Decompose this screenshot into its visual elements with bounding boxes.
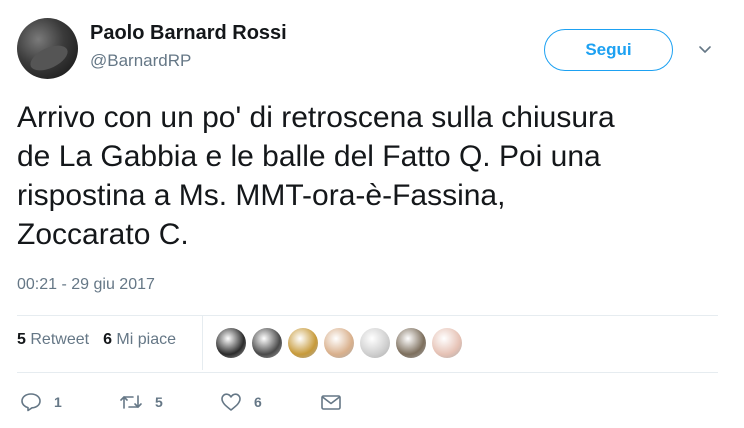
like-stat[interactable]: 6 Mi piace xyxy=(103,331,176,349)
user-name[interactable]: Paolo Barnard Rossi xyxy=(90,22,287,45)
tweet-line: Zoccarato C. xyxy=(17,218,189,251)
user-handle[interactable]: @BarnardRP xyxy=(90,51,191,71)
message-button[interactable] xyxy=(320,392,342,412)
tweet-line: de La Gabbia e le balle del Fatto Q. Poi… xyxy=(17,140,601,173)
liker-avatar[interactable] xyxy=(288,328,318,358)
likers-avatars xyxy=(216,328,462,358)
liker-avatar[interactable] xyxy=(396,328,426,358)
heart-icon xyxy=(221,393,241,411)
liker-avatar[interactable] xyxy=(324,328,354,358)
reply-icon xyxy=(21,393,41,412)
retweet-button[interactable]: 5 xyxy=(119,392,220,412)
retweet-stat[interactable]: 5 Retweet xyxy=(17,331,89,349)
tweet-line: rispostina a Ms. MMT-ora-è-Fassina, xyxy=(17,179,506,212)
liker-avatar[interactable] xyxy=(252,328,282,358)
chevron-down-icon[interactable] xyxy=(697,42,713,58)
tweet-text: Arrivo con un po' di retroscena sulla ch… xyxy=(17,98,727,254)
like-stat-label: Mi piace xyxy=(116,331,176,348)
liker-avatar[interactable] xyxy=(360,328,390,358)
divider xyxy=(17,315,718,316)
divider xyxy=(17,372,718,373)
retweet-stat-count: 5 xyxy=(17,331,26,348)
tweet-stats: 5 Retweet 6 Mi piace xyxy=(17,331,176,349)
reply-button[interactable]: 1 xyxy=(20,392,119,412)
reply-count: 1 xyxy=(54,394,62,410)
follow-button[interactable]: Segui xyxy=(544,29,673,71)
liker-avatar[interactable] xyxy=(432,328,462,358)
envelope-icon xyxy=(321,395,341,410)
stats-separator xyxy=(202,316,203,370)
like-button[interactable]: 6 xyxy=(220,392,320,412)
tweet-timestamp[interactable]: 00:21 - 29 giu 2017 xyxy=(17,276,155,294)
avatar[interactable] xyxy=(17,18,78,79)
tweet-line: Arrivo con un po' di retroscena sulla ch… xyxy=(17,101,615,134)
like-count: 6 xyxy=(254,394,262,410)
retweet-stat-label: Retweet xyxy=(30,331,90,348)
tweet-actions: 1 5 6 xyxy=(20,392,342,412)
retweet-icon xyxy=(120,395,142,409)
retweet-count: 5 xyxy=(155,394,163,410)
like-stat-count: 6 xyxy=(103,331,112,348)
liker-avatar[interactable] xyxy=(216,328,246,358)
